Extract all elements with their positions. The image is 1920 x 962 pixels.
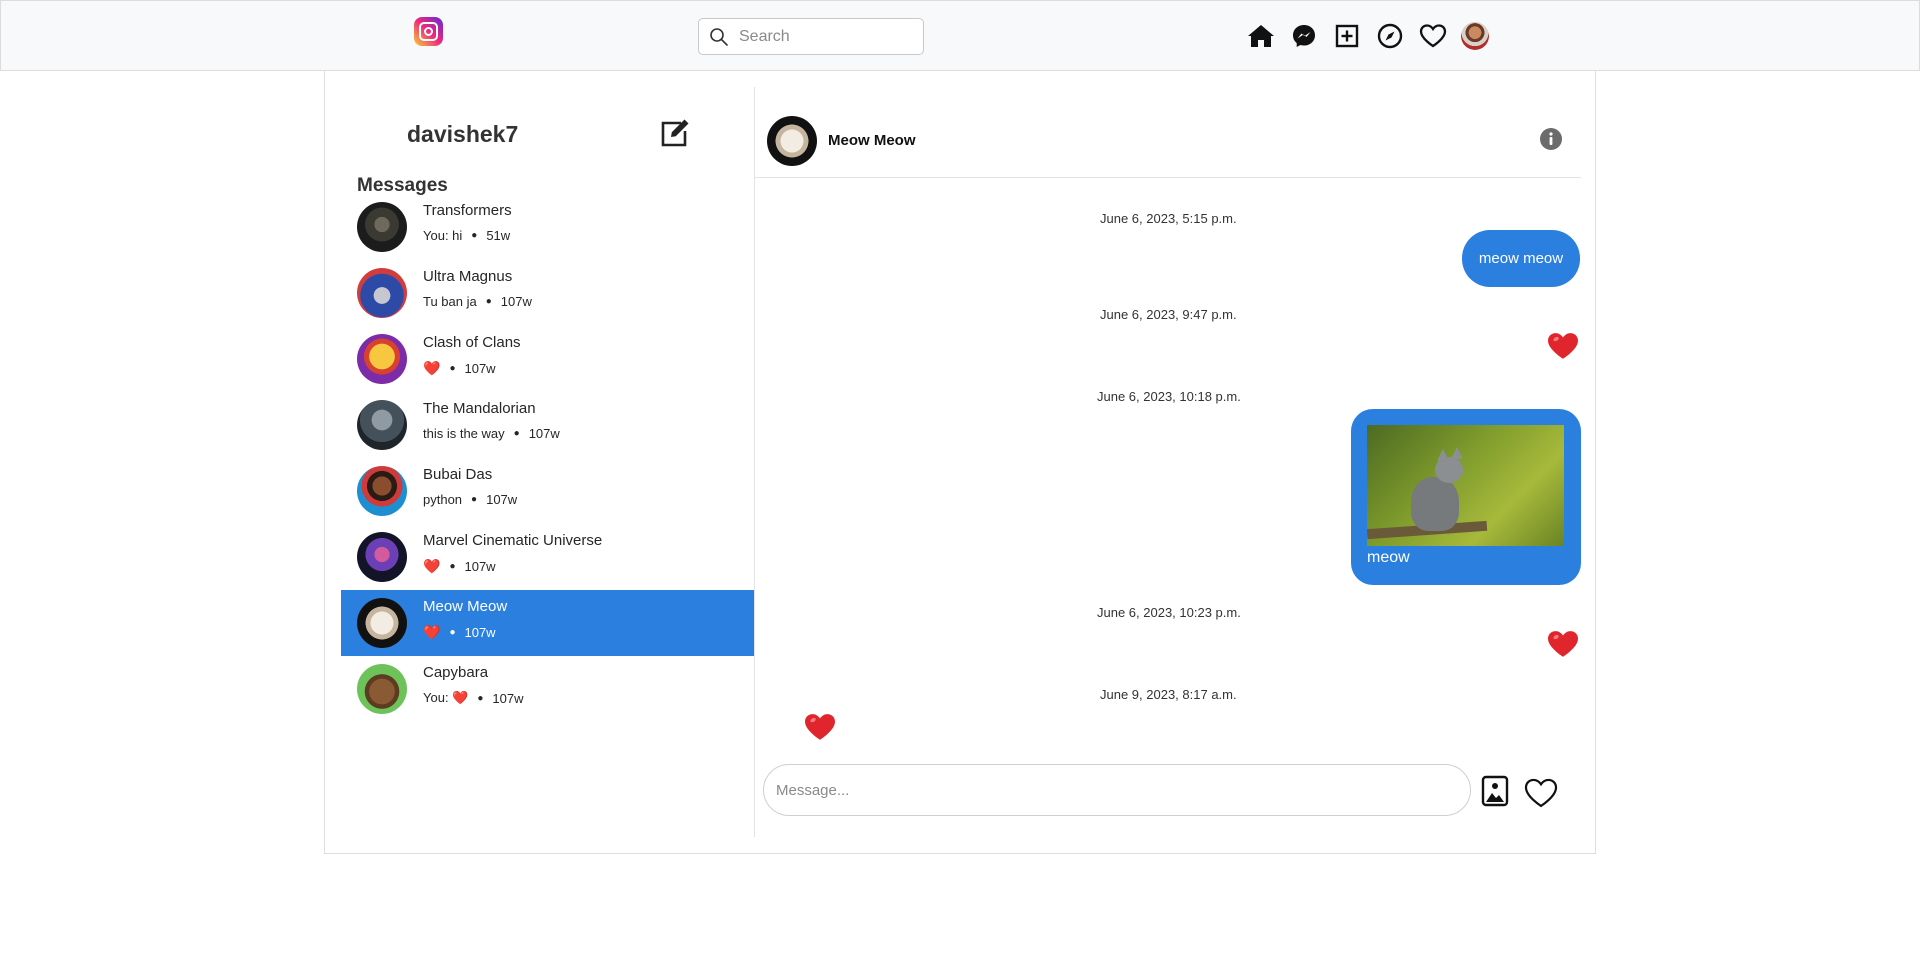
- heart-reaction-icon: [802, 709, 838, 745]
- message-timestamp: June 9, 2023, 8:17 a.m.: [1100, 687, 1237, 702]
- heart-reaction-icon: [1545, 328, 1581, 364]
- avatar: [357, 664, 407, 714]
- last-message: python: [423, 492, 463, 507]
- conversation-item-meow-meow[interactable]: Meow Meow ❤️ ● 107w: [341, 590, 754, 656]
- heart-icon[interactable]: [1418, 21, 1448, 51]
- conversation-name: Ultra Magnus: [423, 268, 513, 285]
- image-upload-icon[interactable]: [1481, 775, 1509, 807]
- last-message-time: 107w: [486, 492, 518, 507]
- photo-cat-head: [1435, 457, 1463, 483]
- panel-divider: [754, 87, 755, 837]
- conversation-preview: You: hi ● 51w: [423, 228, 510, 243]
- avatar: [357, 268, 407, 318]
- avatar: [357, 598, 407, 648]
- last-message-time: 107w: [464, 361, 496, 376]
- conversation-list: Transformers You: hi ● 51w Ultra Magnus …: [341, 194, 754, 722]
- conversation-item-capybara[interactable]: Capybara You: ❤️ ● 107w: [341, 656, 754, 722]
- conversation-name: The Mandalorian: [423, 400, 536, 417]
- conversation-name: Bubai Das: [423, 466, 493, 483]
- nav-icons: [1246, 21, 1489, 51]
- avatar: [357, 400, 407, 450]
- last-message-time: 107w: [492, 690, 524, 706]
- message-timestamp: June 6, 2023, 10:23 p.m.: [1097, 605, 1241, 620]
- conversation-item-marvel-cinematic-universe[interactable]: Marvel Cinematic Universe ❤️ ● 107w: [341, 524, 754, 590]
- profile-avatar[interactable]: [1461, 22, 1489, 50]
- avatar: [357, 334, 407, 384]
- conversation-name: Clash of Clans: [423, 334, 521, 351]
- photo-cat-body: [1411, 477, 1459, 531]
- separator-dot: ●: [477, 692, 484, 704]
- new-message-icon[interactable]: [659, 117, 691, 149]
- conversation-item-bubai-das[interactable]: Bubai Das python ● 107w: [341, 458, 754, 524]
- separator-dot: ●: [449, 627, 456, 638]
- conversation-preview: python ● 107w: [423, 492, 517, 507]
- last-message-time: 107w: [500, 294, 532, 309]
- username: davishek7: [407, 121, 519, 147]
- conversation-preview: Tu ban ja ● 107w: [423, 294, 532, 309]
- separator-dot: ●: [471, 494, 478, 505]
- last-message: ❤️: [423, 624, 441, 640]
- messages-container: davishek7 Messages Transformers You: hi …: [324, 71, 1596, 854]
- search-box[interactable]: [698, 18, 924, 55]
- avatar: [357, 532, 407, 582]
- compass-icon[interactable]: [1375, 21, 1405, 51]
- conversation-item-the-mandalorian[interactable]: The Mandalorian this is the way ● 107w: [341, 392, 754, 458]
- message-timestamp: June 6, 2023, 10:18 p.m.: [1097, 389, 1241, 404]
- conversation-item-ultra-magnus[interactable]: Ultra Magnus Tu ban ja ● 107w: [341, 260, 754, 326]
- avatar: [357, 466, 407, 516]
- send-heart-icon[interactable]: [1523, 777, 1559, 809]
- heart-reaction-icon: [1545, 626, 1581, 662]
- top-navbar: [0, 0, 1920, 71]
- last-message: You: hi: [423, 228, 463, 243]
- conversation-preview: ❤️ ● 107w: [423, 360, 496, 377]
- chat-header: Meow Meow: [755, 87, 1581, 178]
- search-input[interactable]: [739, 27, 909, 46]
- conversation-name: Transformers: [423, 202, 512, 219]
- conversation-preview: You: ❤️ ● 107w: [423, 690, 523, 706]
- message-timestamp: June 6, 2023, 5:15 p.m.: [1100, 211, 1237, 226]
- last-message: Tu ban ja: [423, 294, 477, 309]
- search-icon: [709, 27, 729, 47]
- separator-dot: ●: [513, 428, 520, 439]
- message-input[interactable]: [776, 781, 1456, 799]
- plus-square-icon[interactable]: [1332, 21, 1362, 51]
- conversation-name: Capybara: [423, 664, 489, 681]
- message-timestamp: June 6, 2023, 9:47 p.m.: [1100, 307, 1237, 322]
- conversation-preview: ❤️ ● 107w: [423, 558, 496, 575]
- last-message-time: 51w: [486, 228, 511, 243]
- separator-dot: ●: [471, 230, 478, 241]
- last-message-time: 107w: [464, 559, 496, 574]
- conversation-name: Marvel Cinematic Universe: [423, 532, 603, 549]
- last-message: ❤️: [423, 558, 441, 574]
- messenger-icon[interactable]: [1289, 21, 1319, 51]
- last-message: ❤️: [423, 360, 441, 376]
- separator-dot: ●: [485, 296, 492, 307]
- contact-avatar[interactable]: [767, 116, 817, 166]
- sent-image-message[interactable]: meow: [1351, 409, 1581, 585]
- conversation-item-clash-of-clans[interactable]: Clash of Clans ❤️ ● 107w: [341, 326, 754, 392]
- conversation-sidebar: davishek7 Messages Transformers You: hi …: [341, 87, 754, 837]
- separator-dot: ●: [449, 363, 456, 374]
- conversation-name: Meow Meow: [423, 598, 508, 615]
- sent-message-bubble: meow meow: [1462, 230, 1580, 287]
- last-message-time: 107w: [464, 625, 496, 640]
- message-composer[interactable]: [763, 764, 1471, 816]
- last-message: this is the way: [423, 426, 505, 441]
- conversation-preview: this is the way ● 107w: [423, 426, 560, 441]
- separator-dot: ●: [449, 561, 456, 572]
- info-icon[interactable]: [1539, 127, 1563, 151]
- instagram-logo[interactable]: [414, 17, 443, 46]
- conversation-item-transformers[interactable]: Transformers You: hi ● 51w: [341, 194, 754, 260]
- conversation-preview: ❤️ ● 107w: [423, 624, 496, 641]
- last-message: You: ❤️: [423, 690, 469, 705]
- cat-photo[interactable]: [1367, 425, 1564, 546]
- last-message-time: 107w: [528, 426, 560, 441]
- image-caption: meow: [1367, 549, 1410, 566]
- home-icon[interactable]: [1246, 21, 1276, 51]
- contact-name[interactable]: Meow Meow: [828, 132, 916, 149]
- avatar: [357, 202, 407, 252]
